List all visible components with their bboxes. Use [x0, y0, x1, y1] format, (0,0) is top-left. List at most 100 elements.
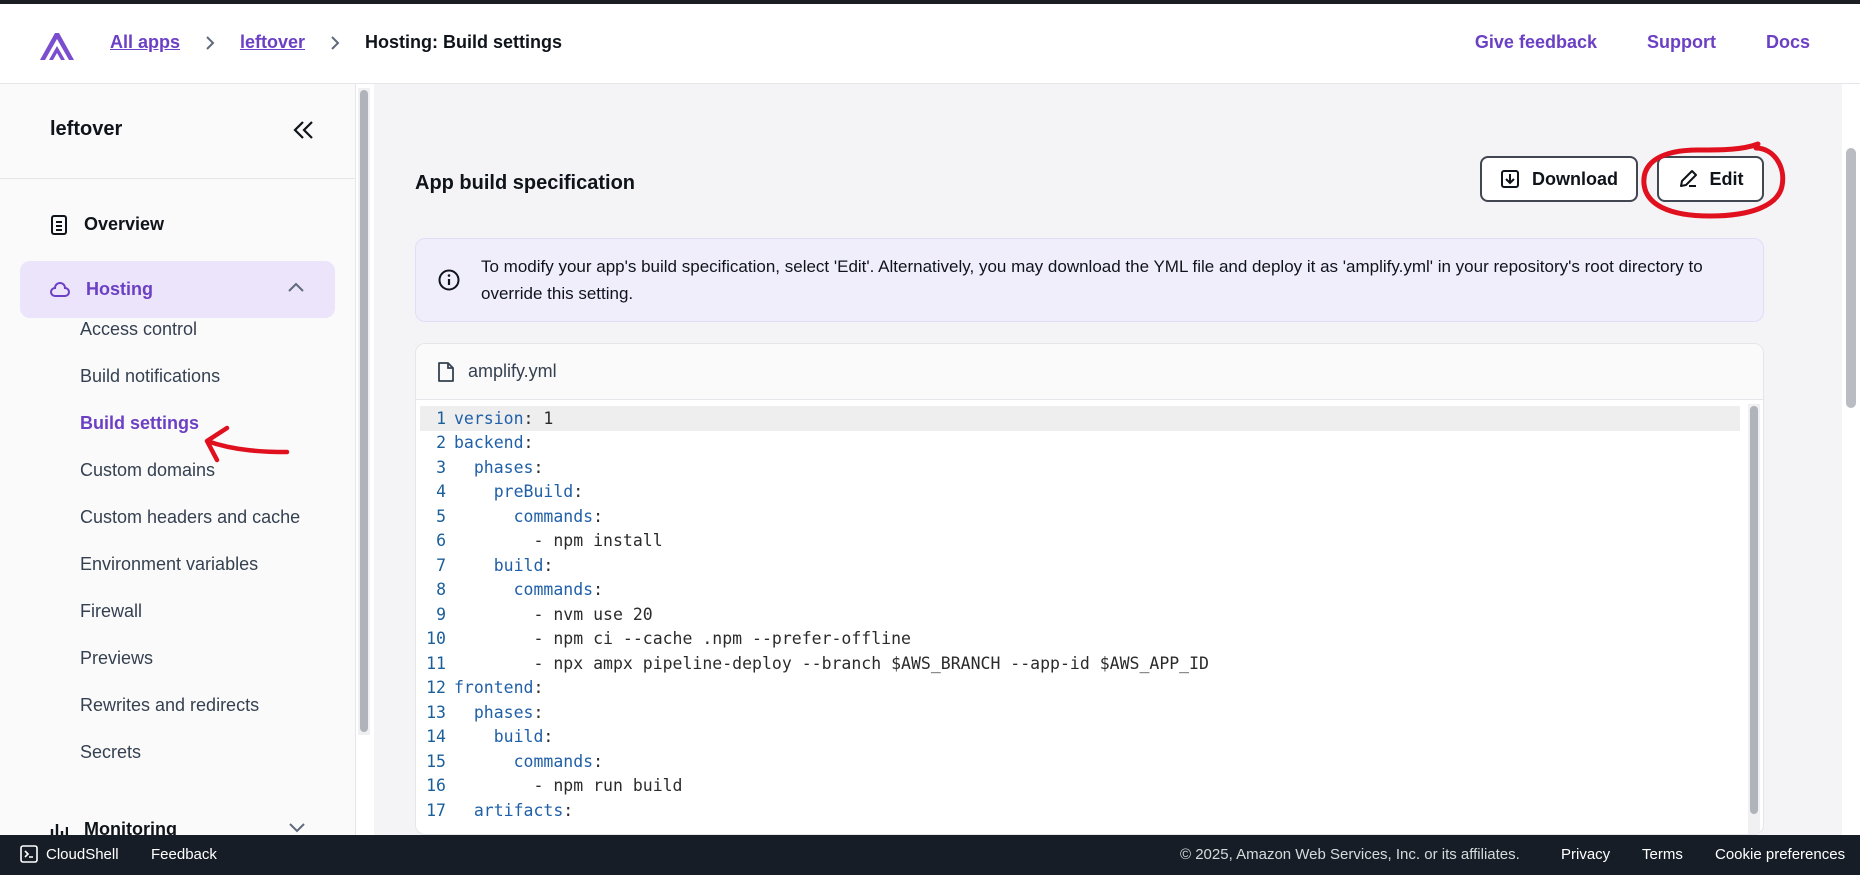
- sidebar-item-environment-variables[interactable]: Environment variables: [80, 541, 300, 588]
- code-line[interactable]: 11 - npx ampx pipeline-deploy --branch $…: [420, 651, 1740, 676]
- breadcrumb: All apps leftover Hosting: Build setting…: [110, 32, 562, 53]
- code-text: artifacts:: [454, 801, 573, 820]
- edit-button[interactable]: Edit: [1657, 156, 1764, 202]
- download-button[interactable]: Download: [1480, 156, 1638, 202]
- scrollbar-thumb[interactable]: [1750, 406, 1758, 814]
- sidebar-app-name: leftover: [50, 118, 123, 140]
- code-key: artifacts: [473, 800, 564, 820]
- code-value: - npm install: [533, 531, 663, 551]
- code-editor-header: amplify.yml: [416, 344, 1763, 400]
- sidebar-item-custom-headers[interactable]: Custom headers and cache: [80, 494, 300, 541]
- sidebar-item-monitoring[interactable]: Monitoring: [50, 819, 305, 835]
- line-number: 15: [426, 751, 446, 771]
- breadcrumb-app[interactable]: leftover: [240, 32, 305, 53]
- line-number: 11: [426, 653, 446, 673]
- code-text: preBuild:: [454, 482, 583, 501]
- hosting-subnav: Access control Build notifications Build…: [80, 306, 300, 776]
- cookie-preferences-link[interactable]: Cookie preferences: [1715, 846, 1845, 863]
- line-number: 6: [436, 531, 446, 551]
- footer-feedback-link[interactable]: Feedback: [151, 846, 217, 863]
- code-line[interactable]: 17 artifacts:: [420, 798, 1740, 823]
- scrollbar-thumb[interactable]: [360, 90, 368, 732]
- line-number: 17: [426, 800, 446, 820]
- sidebar-item-custom-domains[interactable]: Custom domains: [80, 447, 300, 494]
- code-line[interactable]: 6 - npm install: [420, 529, 1740, 554]
- code-line[interactable]: 16 - npm run build: [420, 774, 1740, 799]
- line-number: 2: [436, 433, 446, 453]
- code-editor[interactable]: 1 version: 1 2 backend: 3 phases: 4 preBuild:…: [420, 406, 1740, 823]
- terms-link[interactable]: Terms: [1642, 846, 1683, 863]
- give-feedback-link[interactable]: Give feedback: [1475, 32, 1597, 53]
- breadcrumb-all-apps[interactable]: All apps: [110, 32, 180, 53]
- sidebar-item-overview[interactable]: Overview: [50, 214, 164, 235]
- line-number: 14: [426, 727, 446, 747]
- code-value: : 1: [523, 408, 554, 428]
- code-line[interactable]: 2 backend:: [420, 431, 1740, 456]
- sidebar-item-label: Hosting: [86, 279, 153, 299]
- code-line[interactable]: 13 phases:: [420, 700, 1740, 725]
- code-value: :: [593, 506, 604, 526]
- code-line[interactable]: 3 phases:: [420, 455, 1740, 480]
- code-value: :: [573, 482, 584, 502]
- info-alert: To modify your app's build specification…: [415, 238, 1764, 322]
- code-key: build: [493, 727, 544, 747]
- sidebar-item-previews[interactable]: Previews: [80, 635, 300, 682]
- sidebar-item-build-notifications[interactable]: Build notifications: [80, 353, 300, 400]
- code-value: :: [533, 457, 544, 477]
- cloudshell-icon: [20, 845, 38, 863]
- code-value: - nvm use 20: [533, 604, 653, 624]
- sidebar-item-firewall[interactable]: Firewall: [80, 588, 300, 635]
- code-text: phases:: [454, 457, 544, 477]
- code-line[interactable]: 1 version: 1: [420, 406, 1740, 431]
- sidebar-header: leftover: [0, 84, 355, 179]
- code-editor-panel: amplify.yml 1 version: 1 2 backend: 3 phases…: [415, 343, 1764, 835]
- sidebar-item-access-control[interactable]: Access control: [80, 306, 300, 353]
- code-line[interactable]: 15 commands:: [420, 749, 1740, 774]
- line-number: 9: [436, 604, 446, 624]
- privacy-link[interactable]: Privacy: [1561, 846, 1610, 863]
- code-line[interactable]: 5 commands:: [420, 504, 1740, 529]
- code-line[interactable]: 12 frontend:: [420, 676, 1740, 701]
- code-line[interactable]: 4 preBuild:: [420, 480, 1740, 505]
- edit-label: Edit: [1709, 168, 1744, 189]
- code-line[interactable]: 9 - nvm use 20: [420, 602, 1740, 627]
- code-line[interactable]: 8 commands:: [420, 578, 1740, 603]
- sidebar-scrollbar[interactable]: [358, 88, 370, 735]
- code-value: :: [593, 580, 604, 600]
- code-scrollbar[interactable]: [1748, 404, 1760, 834]
- line-number: 7: [436, 555, 446, 575]
- code-key: phases: [473, 457, 534, 477]
- code-value: :: [543, 555, 554, 575]
- top-header: All apps leftover Hosting: Build setting…: [0, 4, 1860, 84]
- info-text: To modify your app's build specification…: [481, 257, 1703, 303]
- amplify-logo-icon[interactable]: [38, 30, 76, 62]
- pencil-icon: [1679, 170, 1697, 187]
- code-key: build: [493, 555, 544, 575]
- double-chevron-left-icon[interactable]: [292, 118, 316, 142]
- header-links: Give feedback Support Docs: [1475, 32, 1810, 53]
- page-title: App build specification: [415, 172, 636, 194]
- code-line[interactable]: 7 build:: [420, 553, 1740, 578]
- sidebar-item-secrets[interactable]: Secrets: [80, 729, 300, 776]
- sidebar-item-rewrites[interactable]: Rewrites and redirects: [80, 682, 300, 729]
- code-line[interactable]: 14 build:: [420, 725, 1740, 750]
- footer-bar: CloudShell Feedback © 2025, Amazon Web S…: [0, 835, 1860, 875]
- chevron-down-icon: [289, 823, 305, 833]
- sidebar-item-build-settings[interactable]: Build settings: [80, 400, 300, 447]
- support-link[interactable]: Support: [1647, 32, 1716, 53]
- cloudshell-button[interactable]: CloudShell: [20, 845, 119, 863]
- code-value: :: [533, 678, 544, 698]
- code-key: commands: [513, 751, 594, 771]
- line-number: 1: [436, 408, 446, 428]
- code-text: - npx ampx pipeline-deploy --branch $AWS…: [454, 654, 1209, 673]
- breadcrumb-current-page: Hosting: Build settings: [365, 32, 563, 52]
- sidebar-item-label: Overview: [84, 214, 165, 234]
- code-line[interactable]: 10 - npm ci --cache .npm --prefer-offlin…: [420, 627, 1740, 652]
- code-key: backend: [454, 433, 524, 453]
- code-text: - npm ci --cache .npm --prefer-offline: [454, 629, 911, 648]
- code-value: :: [563, 800, 574, 820]
- code-text: - npm run build: [454, 776, 682, 795]
- docs-link[interactable]: Docs: [1766, 32, 1810, 53]
- scrollbar-thumb[interactable]: [1846, 148, 1856, 408]
- main-scrollbar[interactable]: [1842, 84, 1860, 835]
